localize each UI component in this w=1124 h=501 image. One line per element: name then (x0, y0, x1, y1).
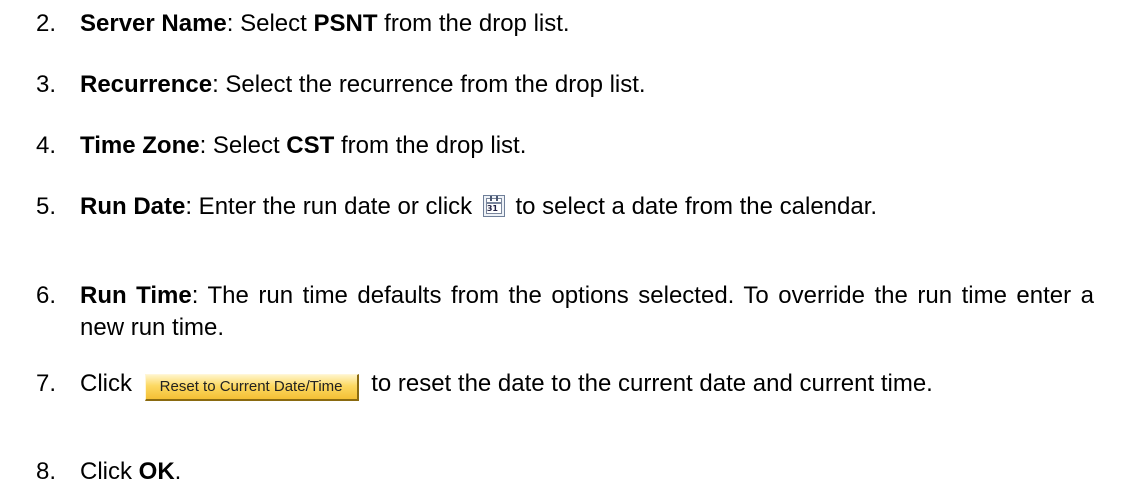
field-value: PSNT (313, 10, 378, 37)
step-text: Run Time: The run time defaults from the… (80, 282, 1094, 341)
step-number: 5. (36, 193, 57, 220)
calendar-icon[interactable]: 31 (482, 195, 505, 217)
step-text: Click OK. (80, 458, 182, 485)
field-term: Run Time (80, 282, 192, 309)
step-number: 7. (36, 370, 57, 397)
step-number: 2. (36, 10, 57, 37)
step-number: 3. (36, 71, 57, 98)
step-number: 6. (36, 282, 57, 309)
field-term: Recurrence (80, 71, 213, 98)
field-term: Run Date (80, 193, 186, 220)
reset-to-current-date-time-button[interactable]: Reset to Current Date/Time (144, 374, 359, 401)
step-number: 8. (36, 458, 57, 485)
ok-label: OK (138, 458, 175, 485)
field-value: CST (286, 132, 335, 159)
field-term: Time Zone (80, 132, 200, 159)
step-text: Recurrence: Select the recurrence from t… (80, 71, 646, 98)
step-text: Run Date: Enter the run date or click 31… (80, 193, 878, 220)
step-text: Click Reset to Current Date/Time to rese… (80, 368, 1094, 401)
step-number: 4. (36, 132, 57, 159)
step-text: Server Name: Select PSNT from the drop l… (80, 10, 570, 37)
step-text: Time Zone: Select CST from the drop list… (80, 132, 527, 159)
field-term: Server Name (80, 10, 227, 37)
